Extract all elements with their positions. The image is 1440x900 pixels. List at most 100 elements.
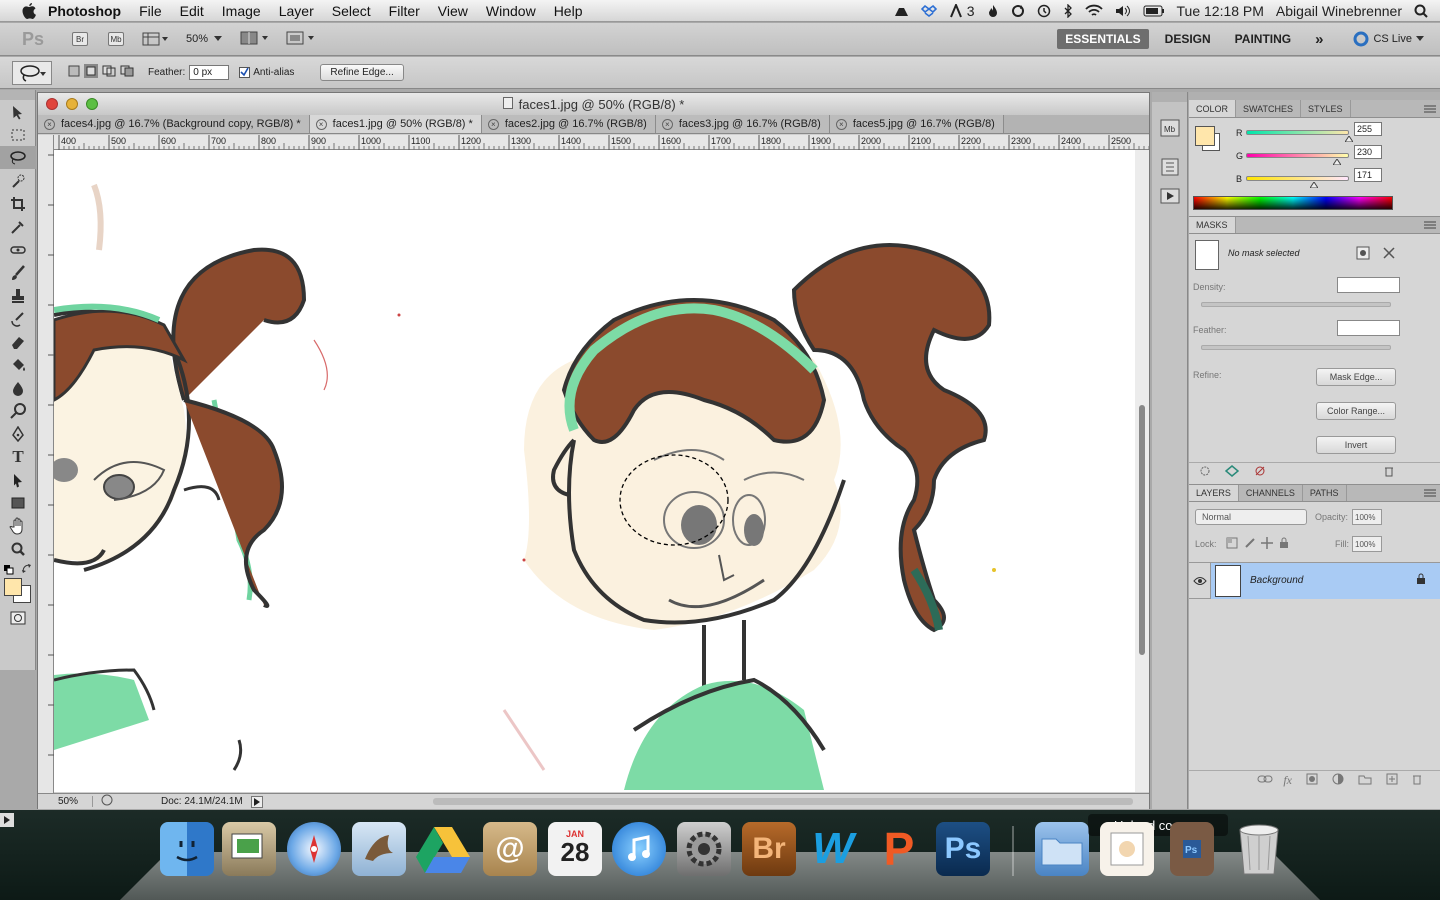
status-zoom[interactable]: 50% xyxy=(38,796,93,807)
arrange-documents-button[interactable] xyxy=(240,31,270,48)
mail-icon[interactable] xyxy=(352,822,406,876)
icon-strip-header[interactable] xyxy=(1152,92,1187,102)
b-slider[interactable] xyxy=(1246,176,1349,181)
canvas[interactable] xyxy=(54,150,1135,792)
tab-faces5[interactable]: × faces5.jpg @ 16.7% (RGB/8) xyxy=(829,115,1004,133)
r-value[interactable]: 255 xyxy=(1354,122,1382,136)
delete-layer-icon[interactable] xyxy=(1412,773,1422,788)
visibility-eye-icon[interactable] xyxy=(1189,562,1211,599)
finder-icon[interactable] xyxy=(160,822,214,876)
fill-input[interactable]: 100% xyxy=(1352,536,1382,552)
load-selection-icon[interactable] xyxy=(1199,465,1211,480)
marquee-tool[interactable] xyxy=(0,123,36,146)
itunes-icon[interactable] xyxy=(612,822,666,876)
trash-icon[interactable] xyxy=(1232,822,1286,876)
tab-masks[interactable]: MASKS xyxy=(1189,217,1236,233)
feather-mask-input[interactable] xyxy=(1337,320,1400,336)
link-layers-icon[interactable] xyxy=(1257,774,1273,787)
new-layer-icon[interactable] xyxy=(1386,773,1398,788)
panel-menu-icon[interactable] xyxy=(1424,100,1440,117)
menu-select[interactable]: Select xyxy=(323,3,380,19)
view-extras-button[interactable] xyxy=(142,32,169,46)
bluetooth-icon[interactable] xyxy=(1063,4,1073,18)
status-info-icon[interactable] xyxy=(101,794,113,809)
image-stack-icon[interactable]: Ps xyxy=(1170,822,1214,876)
quick-selection-tool[interactable] xyxy=(0,169,36,192)
cs-live-dropdown-icon[interactable] xyxy=(1416,33,1424,45)
workspace-design[interactable]: DESIGN xyxy=(1157,29,1219,49)
close-tab-icon[interactable]: × xyxy=(661,118,673,130)
pen-tool[interactable] xyxy=(0,422,36,445)
time-machine-icon[interactable] xyxy=(1037,4,1051,18)
path-selection-tool[interactable] xyxy=(0,468,36,491)
close-tab-icon[interactable]: × xyxy=(44,118,55,130)
color-fg-swatch[interactable] xyxy=(1195,126,1215,146)
drive-icon[interactable] xyxy=(893,4,909,18)
antialias-checkbox[interactable] xyxy=(239,67,251,78)
system-preferences-icon[interactable] xyxy=(677,822,731,876)
b-slider-handle[interactable] xyxy=(1310,182,1318,188)
more-workspaces-button[interactable]: » xyxy=(1307,28,1331,51)
layer-row-background[interactable]: Background xyxy=(1189,562,1440,599)
menu-window[interactable]: Window xyxy=(477,3,545,19)
pixel-mask-icon[interactable] xyxy=(1356,246,1370,263)
type-tool[interactable]: T xyxy=(0,445,36,468)
tab-paths[interactable]: PATHS xyxy=(1303,485,1347,501)
vertical-scrollbar[interactable] xyxy=(1135,150,1149,792)
swap-colors-icon[interactable] xyxy=(22,564,32,577)
feather-input[interactable]: 0 px xyxy=(189,65,230,80)
tab-color[interactable]: COLOR xyxy=(1189,100,1237,117)
close-tab-icon[interactable]: × xyxy=(315,118,327,130)
lock-transparent-icon[interactable] xyxy=(1226,537,1238,552)
mini-bridge-button[interactable]: Mb xyxy=(108,32,125,46)
word-icon[interactable]: W xyxy=(806,822,860,876)
wifi-icon[interactable] xyxy=(1084,4,1103,18)
r-slider-handle[interactable] xyxy=(1345,136,1353,142)
cs-live-button[interactable]: CS Live xyxy=(1373,33,1412,45)
menu-filter[interactable]: Filter xyxy=(380,3,429,19)
user-name[interactable]: Abigail Winebrenner xyxy=(1276,3,1402,19)
adjustment-layer-icon[interactable] xyxy=(1332,773,1344,788)
brush-tool[interactable] xyxy=(0,261,36,284)
calendar-icon[interactable]: JAN 28 xyxy=(548,822,602,876)
tab-faces4[interactable]: × faces4.jpg @ 16.7% (Background copy, RG… xyxy=(38,115,310,133)
move-tool[interactable] xyxy=(0,100,36,123)
color-range-button[interactable]: Color Range... xyxy=(1316,402,1396,420)
paint-bucket-tool[interactable] xyxy=(0,353,36,376)
lasso-tool[interactable] xyxy=(0,146,36,169)
quick-mask-button[interactable] xyxy=(0,606,36,629)
vertical-ruler[interactable] xyxy=(38,135,54,795)
app-menu[interactable]: Photoshop xyxy=(40,3,130,19)
disable-mask-icon[interactable] xyxy=(1253,465,1267,480)
rectangle-tool[interactable] xyxy=(0,491,36,514)
bridge-button[interactable]: Br xyxy=(72,32,89,46)
g-slider[interactable] xyxy=(1246,153,1349,158)
spot-healing-tool[interactable] xyxy=(0,238,36,261)
panel-menu-icon[interactable] xyxy=(1424,485,1440,501)
menu-file[interactable]: File xyxy=(130,3,171,19)
address-book-icon[interactable]: @ xyxy=(483,822,537,876)
workspace-essentials[interactable]: ESSENTIALS xyxy=(1057,29,1149,49)
tab-channels[interactable]: CHANNELS xyxy=(1239,485,1303,501)
tab-faces3[interactable]: × faces3.jpg @ 16.7% (RGB/8) xyxy=(655,115,830,133)
flame-icon[interactable] xyxy=(987,4,999,18)
density-input[interactable] xyxy=(1337,277,1400,293)
battery-icon[interactable] xyxy=(1143,5,1165,17)
tab-swatches[interactable]: SWATCHES xyxy=(1236,100,1302,117)
selection-mode-add[interactable] xyxy=(84,64,98,81)
screen-mode-button[interactable] xyxy=(286,31,316,48)
volume-icon[interactable] xyxy=(1115,4,1131,18)
feather-mask-slider[interactable] xyxy=(1201,345,1391,350)
adobe-updates-icon[interactable]: 3 xyxy=(949,3,975,19)
dock-scroll-arrow-icon[interactable] xyxy=(0,813,14,827)
spotlight-icon[interactable] xyxy=(1414,4,1428,18)
opacity-input[interactable]: 100% xyxy=(1352,509,1382,525)
lock-position-icon[interactable] xyxy=(1261,537,1273,552)
add-mask-icon[interactable] xyxy=(1306,773,1318,788)
b-value[interactable]: 171 xyxy=(1354,168,1382,182)
photoshop-icon[interactable]: Ps xyxy=(936,822,990,876)
clock[interactable]: Tue 12:18 PM xyxy=(1177,3,1264,19)
mini-bridge-panel-icon[interactable]: Mb xyxy=(1160,119,1180,140)
tab-layers[interactable]: LAYERS xyxy=(1189,485,1239,501)
zoom-level-select[interactable]: 50% xyxy=(186,33,223,45)
